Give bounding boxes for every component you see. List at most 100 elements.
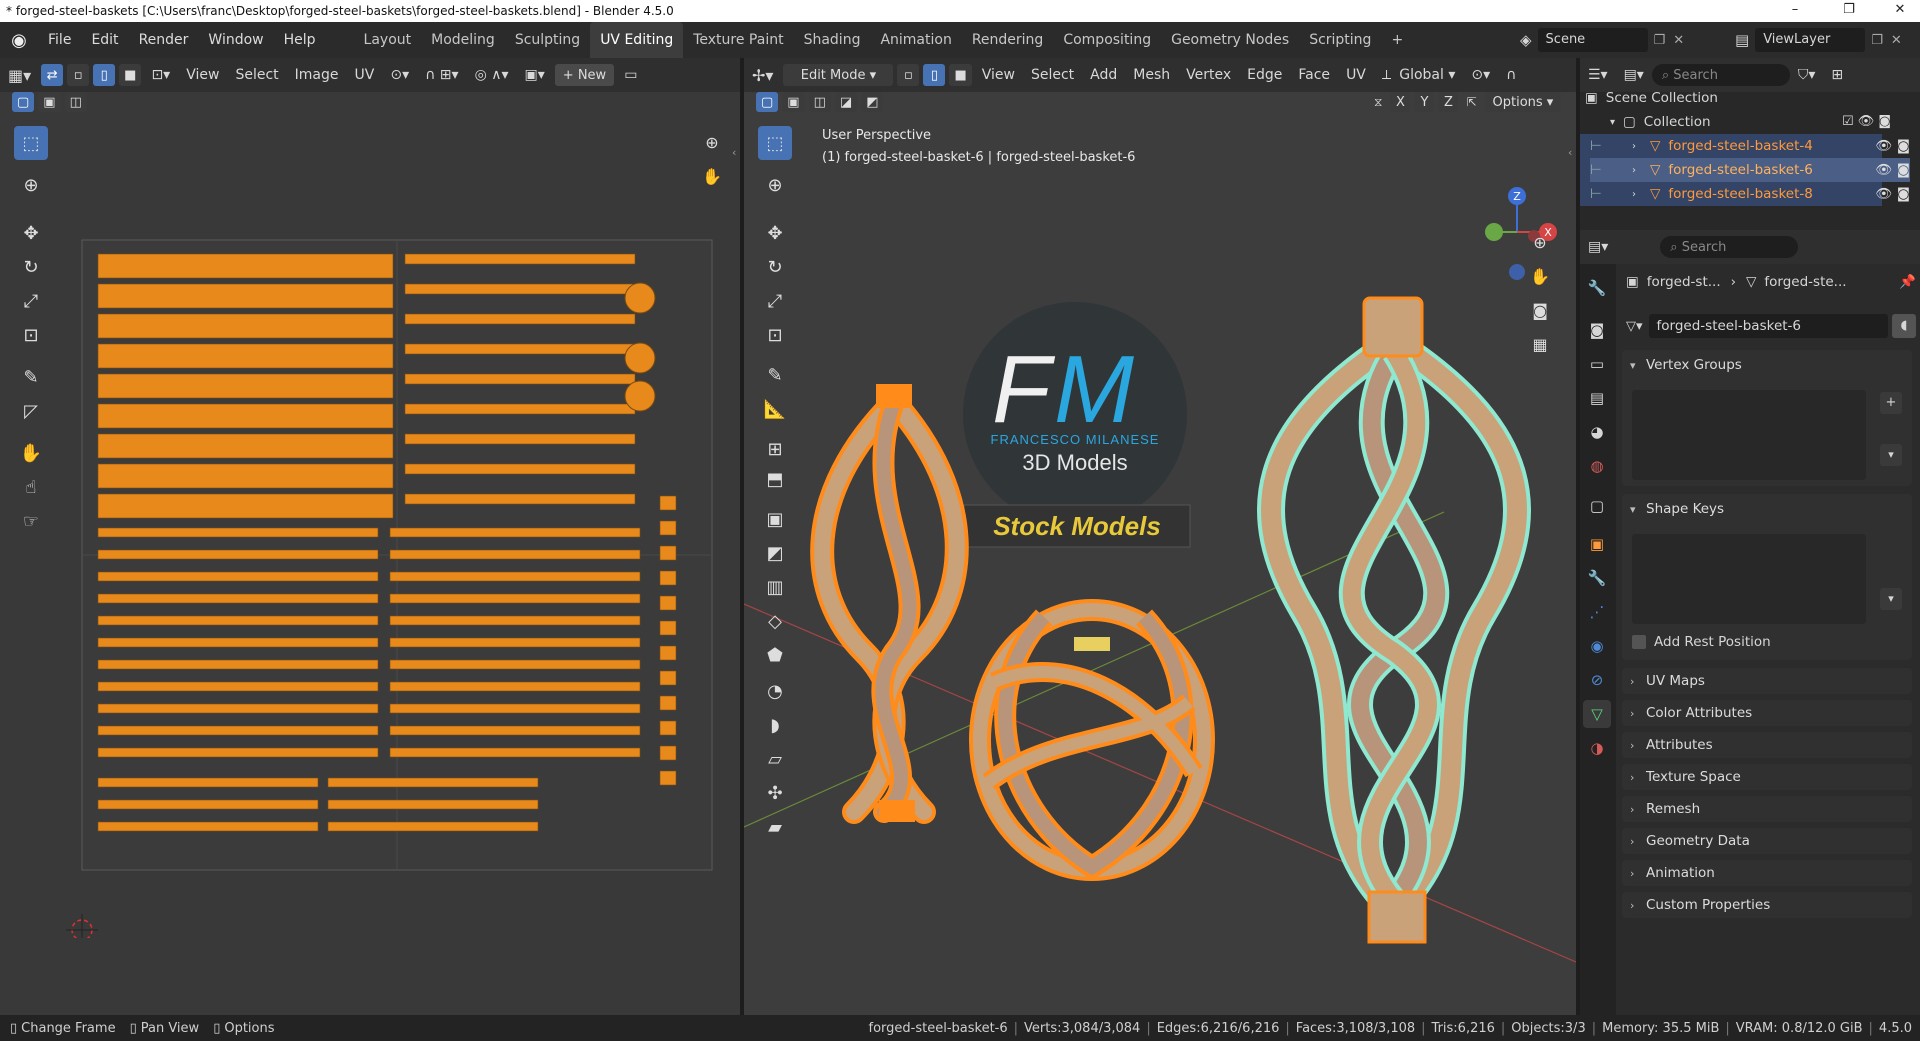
vp-snap-icon[interactable]: ∩ [1498,67,1524,83]
vertex-groups-list[interactable] [1632,390,1866,480]
scene-name[interactable]: Scene [1537,28,1648,52]
scene-tab-icon[interactable]: ◕ [1583,418,1611,446]
minimize-button[interactable]: – [1775,0,1815,22]
vp-rotate-tool-icon[interactable]: ↻ [758,250,792,284]
uv-menu-image[interactable]: Image [287,67,347,83]
viewlayer-name[interactable]: ViewLayer [1755,28,1866,52]
world-tab-icon[interactable]: ◍ [1583,452,1611,480]
annotate-tool-icon[interactable]: ✎ [14,360,48,394]
rotate-tool-icon[interactable]: ↻ [14,250,48,284]
new-scene-icon[interactable]: ❐ [1654,33,1666,48]
sticky-mode-icon[interactable]: ⊡▾ [143,67,178,83]
mesh-name-field[interactable]: forged-steel-basket-6 [1648,314,1888,338]
vp-move-tool-icon[interactable]: ✥ [758,216,792,250]
vp-pan-icon[interactable]: ✋ [1526,262,1554,290]
tool-tab-icon[interactable]: 🔧 [1583,274,1611,302]
move-tool-icon[interactable]: ✥ [14,216,48,250]
viewlayer-selector[interactable]: ▤ ViewLayer ❐ ✕ [1735,28,1902,52]
object-tab-icon[interactable]: ▣ [1583,530,1611,558]
transform-tool-icon[interactable]: ⊡ [14,318,48,352]
inset-tool-icon[interactable]: ▣ [758,502,792,536]
open-image-icon[interactable]: ▭ [616,67,645,83]
select-subtract-icon[interactable]: ◫ [64,92,87,112]
collection-visibility-icons[interactable]: ☑ 👁 ◙ [1842,114,1891,129]
vp-cursor-tool-icon[interactable]: ⊕ [758,168,792,202]
vp-menu-select[interactable]: Select [1023,67,1082,83]
add-vertex-group-icon[interactable]: + [1880,392,1902,414]
3d-viewport[interactable]: ✢▾ Edit Mode ▾ ▫ ▯ ■ View Select Add Mes… [744,58,1576,1015]
camera-view-icon[interactable]: ◙ [1526,296,1554,324]
vp-scale-tool-icon[interactable]: ⤢ [758,284,792,318]
collection-tab-icon[interactable]: ▢ [1583,492,1611,520]
menu-file[interactable]: File [38,22,81,58]
particles-tab-icon[interactable]: ⋰ [1583,598,1611,626]
pinch-tool-icon[interactable]: ☞ [14,504,48,538]
pin-icon[interactable]: 📌 [1899,274,1916,290]
section-remesh[interactable]: › Remesh [1630,796,1700,822]
material-tab-icon[interactable]: ◑ [1583,734,1611,762]
collection-row[interactable]: ▾ ▢ Collection [1610,110,1711,134]
outliner-item-basket-4[interactable]: ⊢ › ▽ forged-steel-basket-4 👁 ◙ [1590,134,1910,158]
tab-animation[interactable]: Animation [870,22,961,58]
tab-modeling[interactable]: Modeling [421,22,505,58]
edge-slide-tool-icon[interactable]: ▱ [758,742,792,776]
mesh-basket-8[interactable] [969,599,1215,881]
tab-shading[interactable]: Shading [794,22,871,58]
select-extend-icon[interactable]: ▣ [38,92,61,112]
mesh-basket-6-active[interactable] [1257,296,1531,944]
add-rest-position-checkbox[interactable] [1632,635,1646,649]
section-animation[interactable]: › Animation [1630,860,1715,886]
perspective-toggle-icon[interactable]: ▦ [1526,330,1554,358]
uv-layout-canvas[interactable] [60,238,720,938]
tab-geometry-nodes[interactable]: Geometry Nodes [1161,22,1299,58]
shear-tool-icon[interactable]: ▰ [758,810,792,844]
outliner-item-basket-8[interactable]: ⊢ › ▽ forged-steel-basket-8 👁 ◙ [1590,182,1910,206]
transform-orientation[interactable]: Global ▾ [1399,67,1463,83]
face-select-icon[interactable]: ■ [119,64,142,86]
render-tab-icon[interactable]: ◙ [1583,316,1611,344]
filter-icon[interactable]: ⛉▾ [1790,67,1824,83]
menu-window[interactable]: Window [198,22,273,58]
outliner-search-input[interactable]: ⌕ Search [1651,64,1790,86]
knife-tool-icon[interactable]: ◇ [758,604,792,638]
vp-annotate-tool-icon[interactable]: ✎ [758,358,792,392]
loop-cut-tool-icon[interactable]: ▥ [758,570,792,604]
uv-editor[interactable]: ▦▾ ⇄ ▫ ▯ ■ ⊡▾ View Select Image UV ⊙▾ ∩ … [0,58,740,1015]
scale-tool-icon[interactable]: ⤢ [14,284,48,318]
section-color-attributes[interactable]: › Color Attributes [1630,700,1752,726]
physics-tab-icon[interactable]: ◉ [1583,632,1611,660]
uv-sync-icon[interactable]: ⇄ [41,64,64,86]
uv-menu-select[interactable]: Select [227,67,286,83]
section-texture-space[interactable]: › Texture Space [1630,764,1741,790]
add-cube-tool-icon[interactable]: ⊞ [758,432,792,466]
add-rest-position-row[interactable]: Add Rest Position [1632,634,1771,650]
menu-render[interactable]: Render [129,22,199,58]
visibility-icon[interactable]: 👁 ◙ [1875,138,1910,154]
maximize-button[interactable]: ❐ [1829,0,1869,22]
tab-scripting[interactable]: Scripting [1299,22,1381,58]
outliner-type-icon[interactable]: ☰▾ [1580,67,1616,83]
shrink-tool-icon[interactable]: ✣ [758,776,792,810]
vp-menu-vertex[interactable]: Vertex [1178,67,1239,83]
editor-type-icon[interactable]: ▦▾ [0,66,39,85]
rip-tool-icon[interactable]: ◸ [14,394,48,428]
section-geometry-data[interactable]: › Geometry Data [1630,828,1750,854]
vp-menu-face[interactable]: Face [1290,67,1338,83]
new-collection-icon[interactable]: ⊞ [1823,67,1851,83]
vp-transform-tool-icon[interactable]: ⊡ [758,318,792,352]
add-workspace-icon[interactable]: + [1381,22,1413,58]
tab-compositing[interactable]: Compositing [1053,22,1161,58]
properties-type-icon[interactable]: ▤▾ [1580,239,1616,255]
vertex-mode-icon[interactable]: ▫ [897,64,920,86]
vp-sidebar-toggle-icon[interactable]: ‹ [1568,146,1572,159]
section-custom-properties[interactable]: › Custom Properties [1630,892,1770,918]
display-mode-icon[interactable]: ▤▾ [1616,67,1652,83]
scene-collection-row[interactable]: ▣ Scene Collection [1585,86,1718,110]
modifier-tab-icon[interactable]: 🔧 [1583,564,1611,592]
uv-menu-uv[interactable]: UV [347,67,383,83]
face-mode-icon[interactable]: ■ [949,64,972,86]
vertex-groups-header[interactable]: ▾ Vertex Groups [1630,352,1742,378]
mesh-browse-icon[interactable]: ▽▾ [1626,319,1643,334]
uv-menu-view[interactable]: View [178,67,227,83]
vp-menu-edge[interactable]: Edge [1239,67,1290,83]
